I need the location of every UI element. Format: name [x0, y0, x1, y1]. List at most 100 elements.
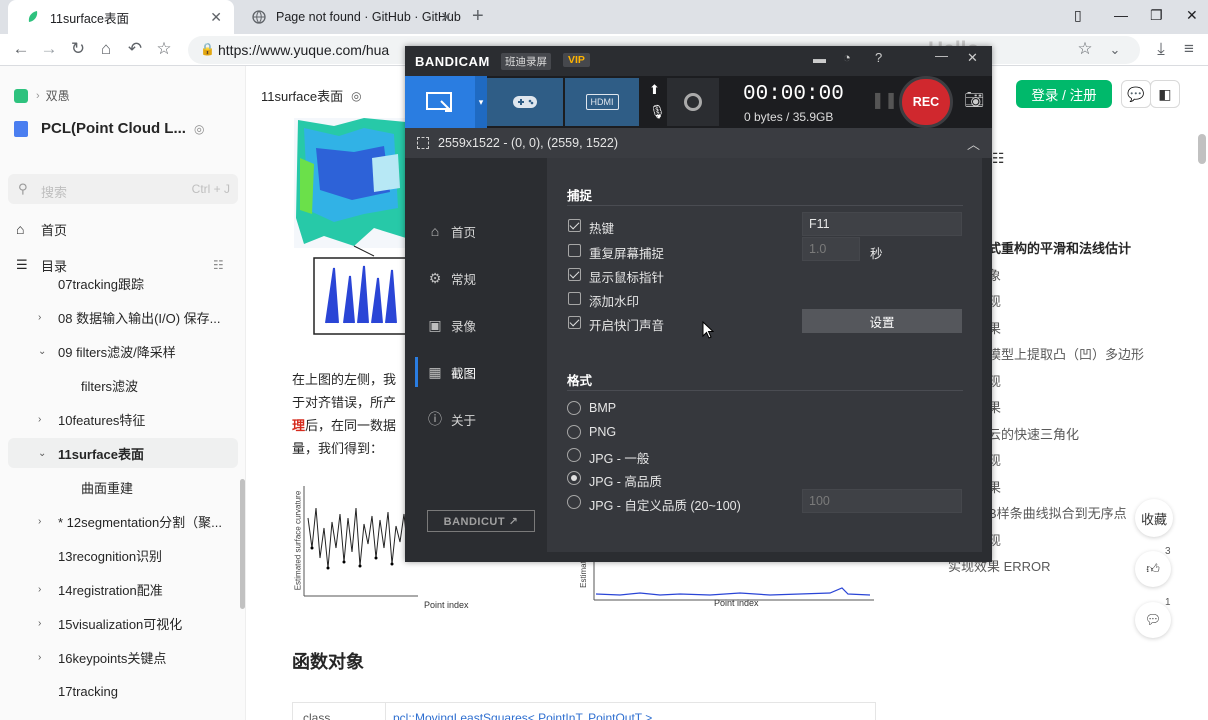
- nav-item-screenshot[interactable]: ▦ 截图: [415, 357, 547, 387]
- clock-icon[interactable]: ◔: [843, 50, 851, 65]
- pause-icon[interactable]: ❚❚: [871, 90, 898, 110]
- webcam-button[interactable]: [667, 78, 719, 126]
- sidebar-item-11-active[interactable]: ⌄ 11surface表面: [8, 438, 238, 468]
- record-button[interactable]: REC: [899, 76, 953, 128]
- restore-icon[interactable]: ❐: [1150, 7, 1163, 24]
- format-radio-jpg-custom[interactable]: [567, 495, 581, 509]
- download-icon[interactable]: ⤓: [1150, 39, 1172, 59]
- hotkey-checkbox[interactable]: [568, 219, 581, 232]
- minimize-icon[interactable]: —: [1114, 7, 1128, 23]
- screen-mode-dropdown[interactable]: ▾: [475, 76, 487, 128]
- format-radio-bmp[interactable]: [567, 401, 581, 415]
- close-icon[interactable]: ✕: [967, 50, 978, 66]
- share-icon[interactable]: ◎: [351, 89, 361, 103]
- microphone-icon[interactable]: 🎙︎: [649, 104, 666, 120]
- file-size-text: 0 bytes / 35.9GB: [744, 110, 834, 124]
- vip-badge[interactable]: VIP: [563, 53, 590, 67]
- settings-icon[interactable]: ◎: [194, 122, 204, 136]
- tab-github[interactable]: Page not found · GitHub · GitHub ✕: [234, 0, 464, 34]
- sidebar-item-16[interactable]: › 16keypoints关键点: [0, 642, 240, 672]
- repeat-capture-checkbox[interactable]: [568, 244, 581, 257]
- help-icon[interactable]: ?: [875, 50, 882, 65]
- page-scrollbar[interactable]: [1198, 134, 1206, 164]
- resolution-bar[interactable]: 2559x1522 - (0, 0), (2559, 1522) ︿: [405, 128, 992, 158]
- sidebar-home[interactable]: ⌂ 首页: [0, 214, 240, 244]
- menu-icon[interactable]: ≡: [1178, 39, 1200, 59]
- tab-close-icon[interactable]: ✕: [440, 9, 452, 26]
- toc-item[interactable]: 云的快速三角化: [988, 424, 1079, 443]
- window-close-icon[interactable]: ✕: [1186, 7, 1198, 24]
- camera-icon[interactable]: 📷︎: [964, 90, 984, 110]
- shutter-sound-checkbox[interactable]: [568, 316, 581, 329]
- nav-item-home[interactable]: ⌂ 首页: [415, 216, 547, 246]
- breadcrumb[interactable]: › 双愚: [14, 87, 70, 104]
- table-cell-link[interactable]: pcl::MovingLeastSquares< PointInT, Point…: [393, 711, 652, 720]
- folder-icon[interactable]: ▬: [813, 51, 826, 66]
- bookmark-star-icon[interactable]: ☆: [153, 39, 175, 59]
- bandicut-button[interactable]: BANDICUT ↗: [427, 510, 535, 532]
- hdmi-mode-button[interactable]: HDMI: [565, 78, 639, 126]
- sidebar-item-08[interactable]: › 08 数据输入输出(I/O) 保存...: [0, 302, 240, 332]
- screen-mode-button[interactable]: [405, 76, 475, 128]
- format-radio-jpg-normal[interactable]: [567, 448, 581, 462]
- repeat-interval-field[interactable]: 1.0: [802, 237, 860, 261]
- jpg-quality-field[interactable]: 100: [802, 489, 962, 513]
- nav-item-about[interactable]: ⓘ 关于: [415, 404, 547, 434]
- sidebar-item-17[interactable]: 17tracking: [0, 676, 240, 706]
- tab-yuque[interactable]: 11surface表面 ✕: [8, 0, 234, 34]
- chevron-right-icon[interactable]: ›: [38, 584, 41, 595]
- sidebar-item-13[interactable]: 13recognition识别: [0, 540, 240, 570]
- forward-icon[interactable]: →: [38, 39, 60, 59]
- sidebar-scrollbar[interactable]: [240, 479, 245, 609]
- settings-button[interactable]: 设置: [802, 309, 962, 333]
- chevron-down-icon[interactable]: ⌄: [1104, 42, 1126, 58]
- sidebar-item-12[interactable]: › * 12segmentation分割（聚...: [0, 506, 240, 536]
- sidebar-item-10[interactable]: › 10features特征: [0, 404, 240, 434]
- format-radio-png[interactable]: [567, 425, 581, 439]
- search-box[interactable]: ⚲ 搜索 Ctrl + J: [8, 174, 238, 204]
- sidebar-item-15[interactable]: › 15visualization可视化: [0, 608, 240, 638]
- comment-icon[interactable]: 💬: [1121, 80, 1151, 108]
- tab-search-icon[interactable]: ▯: [1074, 7, 1082, 24]
- collect-button[interactable]: 收藏: [1135, 499, 1173, 537]
- chevron-down-icon[interactable]: ⌄: [38, 448, 46, 459]
- hotkey-field[interactable]: F11: [802, 212, 962, 236]
- chevron-right-icon[interactable]: ›: [38, 516, 41, 527]
- login-register-button[interactable]: 登录 / 注册: [1016, 80, 1112, 108]
- nav-item-general[interactable]: ⚙ 常规: [415, 263, 547, 293]
- toc-item[interactable]: B样条曲线拟合到无序点: [988, 503, 1127, 522]
- format-radio-jpg-high[interactable]: [567, 471, 581, 485]
- back-icon[interactable]: ←: [10, 39, 32, 59]
- chevron-right-icon[interactable]: ›: [38, 618, 41, 629]
- star-icon[interactable]: ☆: [1074, 39, 1096, 59]
- sidebar-item-09[interactable]: ⌄ 09 filters滤波/降采样: [0, 336, 240, 366]
- link-bold-text[interactable]: 理: [292, 418, 305, 433]
- sidebar-toggle-icon[interactable]: ◧: [1150, 80, 1180, 108]
- chevron-right-icon[interactable]: ›: [38, 414, 41, 425]
- show-cursor-checkbox[interactable]: [568, 268, 581, 281]
- new-tab-button[interactable]: +: [472, 5, 484, 28]
- toc-item[interactable]: 模型上提取凸（凹）多边形: [988, 344, 1144, 363]
- book-title-row[interactable]: PCL(Point Cloud L... ◎: [14, 120, 204, 137]
- url-text: https://www.yuque.com/hua: [218, 42, 390, 58]
- home-icon[interactable]: ⌂: [95, 39, 117, 59]
- like-count: 3: [1165, 546, 1171, 557]
- mouse-icon[interactable]: ⬆: [649, 82, 660, 98]
- tab-close-icon[interactable]: ✕: [210, 9, 222, 26]
- chevron-right-icon[interactable]: ›: [38, 652, 41, 663]
- undo-icon[interactable]: ↶: [124, 39, 146, 59]
- sidebar-item-surface-recon[interactable]: 曲面重建: [0, 472, 240, 502]
- sidebar-item-filters[interactable]: filters滤波: [0, 370, 240, 400]
- sidebar-item-07[interactable]: 07tracking跟踪: [0, 268, 240, 296]
- toc-item[interactable]: 式重构的平滑和法线估计: [988, 238, 1131, 257]
- watermark-checkbox[interactable]: [568, 292, 581, 305]
- chevron-down-icon[interactable]: ⌄: [38, 346, 46, 357]
- reload-icon[interactable]: ↻: [67, 39, 89, 59]
- home-icon: ⌂: [16, 221, 25, 237]
- nav-item-video[interactable]: ▣ 录像: [415, 310, 547, 340]
- sidebar-item-14[interactable]: › 14registration配准: [0, 574, 240, 604]
- chevron-up-icon[interactable]: ︿: [967, 134, 980, 153]
- chevron-right-icon[interactable]: ›: [38, 312, 41, 323]
- minimize-icon[interactable]: —: [935, 48, 948, 63]
- game-mode-button[interactable]: [487, 78, 563, 126]
